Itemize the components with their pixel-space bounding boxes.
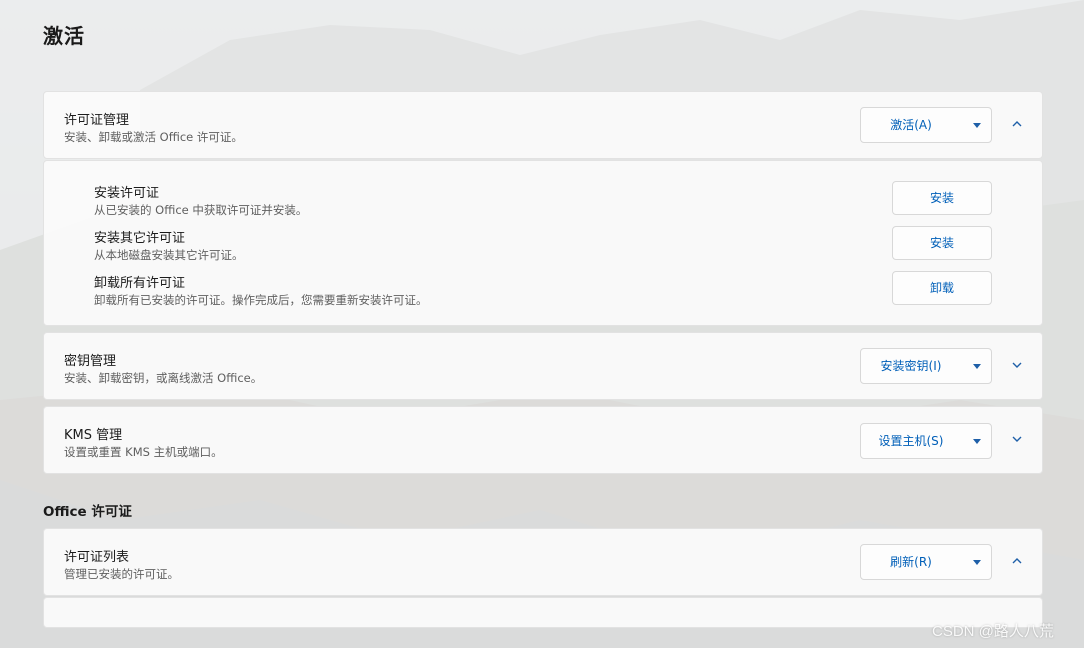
install-license-title: 安装许可证 — [94, 186, 160, 201]
license-management-card[interactable]: 许可证管理 安装、卸载或激活 Office 许可证。 激活(A) — [43, 91, 1043, 159]
install-key-split-button[interactable]: 安装密钥(I) — [860, 348, 992, 384]
set-host-split-button[interactable]: 设置主机(S) — [860, 423, 992, 459]
caret-down-icon[interactable] — [973, 439, 981, 444]
uninstall-all-licenses-button[interactable]: 卸载 — [892, 271, 992, 305]
activate-button-label[interactable]: 激活(A) — [861, 108, 961, 142]
set-host-button-label[interactable]: 设置主机(S) — [861, 424, 961, 458]
kms-management-card[interactable]: KMS 管理 设置或重置 KMS 主机或端口。 设置主机(S) — [43, 406, 1043, 474]
install-license-desc: 从已安装的 Office 中获取许可证并安装。 — [94, 203, 308, 217]
card-description: 安装、卸载密钥，或离线激活 Office。 — [64, 371, 263, 385]
uninstall-all-licenses-title: 卸载所有许可证 — [94, 276, 186, 291]
license-list-card[interactable]: 许可证列表 管理已安装的许可证。 刷新(R) — [43, 528, 1043, 596]
refresh-split-button[interactable]: 刷新(R) — [860, 544, 992, 580]
caret-down-icon[interactable] — [973, 123, 981, 128]
chevron-up-icon[interactable] — [1010, 555, 1024, 569]
card-title: 许可证管理 — [64, 113, 130, 128]
card-title: 密钥管理 — [64, 354, 117, 369]
chevron-down-icon[interactable] — [1010, 359, 1024, 373]
caret-down-icon[interactable] — [973, 560, 981, 565]
install-key-button-label[interactable]: 安装密钥(I) — [861, 349, 961, 383]
chevron-up-icon[interactable] — [1010, 118, 1024, 132]
activate-split-button[interactable]: 激活(A) — [860, 107, 992, 143]
card-description: 设置或重置 KMS 主机或端口。 — [64, 445, 223, 459]
card-description: 安装、卸载或激活 Office 许可证。 — [64, 130, 243, 144]
activation-page: 激活 许可证管理 安装、卸载或激活 Office 许可证。 激活(A) 安装许可… — [0, 0, 1084, 648]
install-other-license-button[interactable]: 安装 — [892, 226, 992, 260]
office-license-section-title: Office 许可证 — [43, 504, 132, 520]
install-other-license-desc: 从本地磁盘安装其它许可证。 — [94, 248, 244, 262]
watermark: CSDN @路人八荒 — [932, 623, 1054, 640]
license-list-panel — [43, 597, 1043, 628]
page-title: 激活 — [43, 24, 85, 48]
card-title: 许可证列表 — [64, 550, 130, 565]
refresh-button-label[interactable]: 刷新(R) — [861, 545, 961, 579]
uninstall-all-licenses-desc: 卸载所有已安装的许可证。操作完成后，您需要重新安装许可证。 — [94, 293, 428, 307]
install-other-license-title: 安装其它许可证 — [94, 231, 186, 246]
caret-down-icon[interactable] — [973, 364, 981, 369]
chevron-down-icon[interactable] — [1010, 433, 1024, 447]
license-management-panel: 安装许可证 从已安装的 Office 中获取许可证并安装。 安装 安装其它许可证… — [43, 160, 1043, 326]
install-license-button[interactable]: 安装 — [892, 181, 992, 215]
card-description: 管理已安装的许可证。 — [64, 567, 179, 581]
card-title: KMS 管理 — [64, 428, 123, 443]
key-management-card[interactable]: 密钥管理 安装、卸载密钥，或离线激活 Office。 安装密钥(I) — [43, 332, 1043, 400]
